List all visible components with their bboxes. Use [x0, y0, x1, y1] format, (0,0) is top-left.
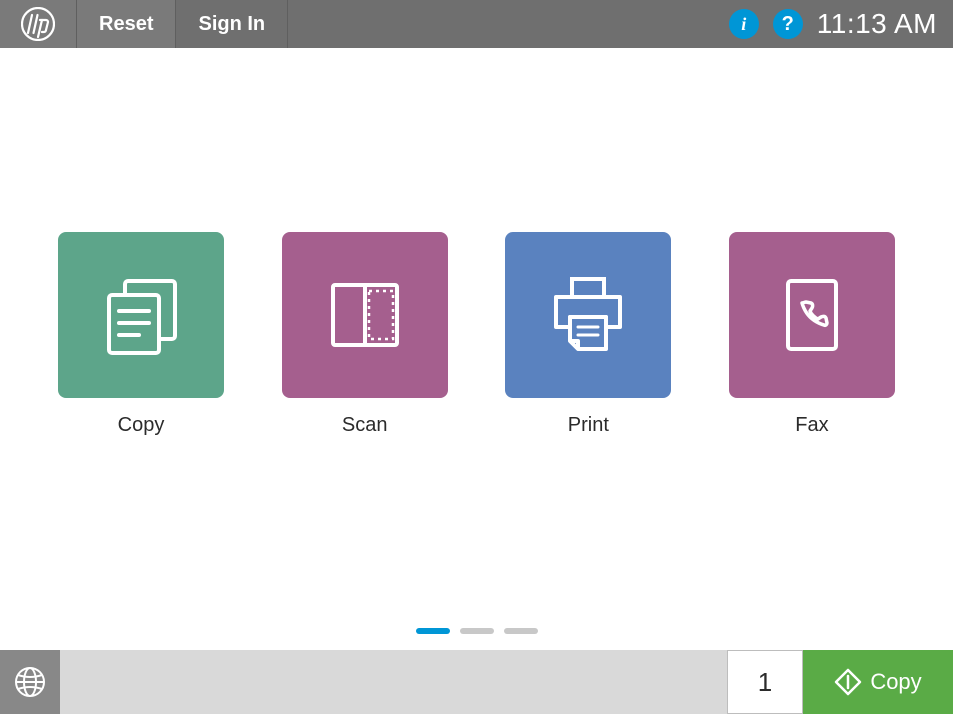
sign-in-label: Sign In [198, 13, 265, 36]
copy-icon [91, 265, 191, 365]
tile-copy-label: Copy [118, 414, 165, 437]
tile-copy[interactable]: Copy [58, 232, 224, 437]
footer-bar: 1 Copy [0, 650, 953, 714]
info-icon: i [741, 14, 746, 35]
sign-in-button[interactable]: Sign In [176, 0, 288, 48]
help-icon: ? [782, 13, 794, 36]
tile-scan-icon-box [282, 232, 448, 398]
tile-scan[interactable]: Scan [282, 232, 448, 437]
start-copy-label: Copy [870, 669, 921, 695]
globe-icon [13, 665, 47, 699]
scan-icon [315, 265, 415, 365]
pagination-dots [0, 628, 953, 634]
copy-quantity-value: 1 [758, 667, 772, 698]
page-dot-1[interactable] [416, 628, 450, 634]
header-bar: Reset Sign In i ? 11:13 AM [0, 0, 953, 48]
hp-logo-icon [21, 7, 55, 41]
tile-copy-icon-box [58, 232, 224, 398]
help-button[interactable]: ? [773, 9, 803, 39]
print-icon [538, 265, 638, 365]
tile-fax[interactable]: Fax [729, 232, 895, 437]
info-button[interactable]: i [729, 9, 759, 39]
tile-print-icon-box [505, 232, 671, 398]
tile-scan-label: Scan [342, 414, 388, 437]
footer-spacer [60, 650, 727, 714]
reset-label: Reset [99, 13, 153, 36]
tile-print-label: Print [568, 414, 609, 437]
tile-fax-icon-box [729, 232, 895, 398]
start-icon [834, 668, 862, 696]
tile-fax-label: Fax [795, 414, 828, 437]
start-copy-button[interactable]: Copy [803, 650, 953, 714]
reset-button[interactable]: Reset [76, 0, 176, 48]
page-dot-3[interactable] [504, 628, 538, 634]
language-button[interactable] [0, 650, 60, 714]
header-right: i ? 11:13 AM [713, 0, 953, 48]
header-spacer [288, 0, 713, 48]
page-dot-2[interactable] [460, 628, 494, 634]
tile-print[interactable]: Print [505, 232, 671, 437]
app-tiles: Copy Scan [58, 232, 895, 437]
home-screen: Copy Scan [0, 48, 953, 650]
hp-logo [0, 0, 76, 48]
copy-quantity[interactable]: 1 [727, 650, 803, 714]
clock: 11:13 AM [817, 8, 937, 40]
fax-icon [762, 265, 862, 365]
